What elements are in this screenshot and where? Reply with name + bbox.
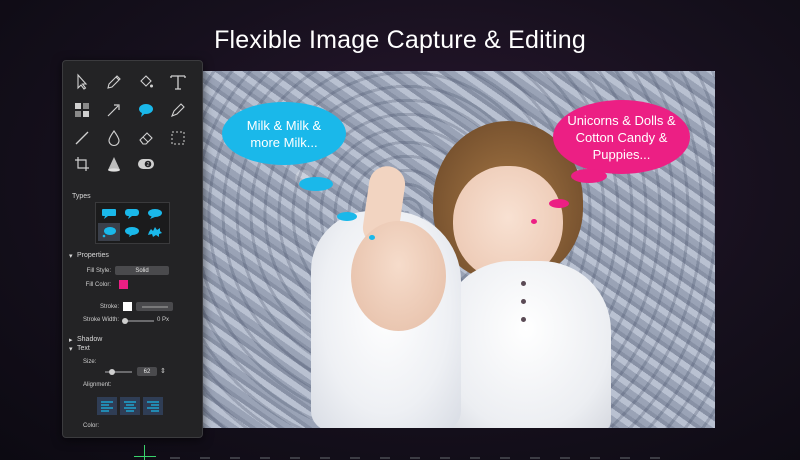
bubble-text-line: Cotton Candy & (575, 129, 668, 145)
crop-icon[interactable] (71, 153, 93, 175)
stroke-label: Stroke: (99, 304, 119, 310)
strip-segment (320, 457, 330, 459)
fill-style-label: Fill Style: (86, 268, 111, 274)
type-rounded-bubble[interactable] (121, 205, 143, 223)
stroke-width-value: 0 Px (157, 317, 170, 323)
fill-style-value: Solid (135, 267, 149, 274)
shadow-label: Shadow (77, 336, 103, 343)
strip-segment (200, 457, 210, 459)
spotlight-icon[interactable] (103, 153, 125, 175)
fill-color-swatch[interactable] (119, 280, 128, 289)
counter-icon[interactable]: 2 (135, 153, 157, 175)
alignment-label: Alignment: (83, 382, 112, 388)
bubble-types-grid (95, 202, 170, 244)
speech-bubble-blue[interactable]: Milk & Milk & more Milk... (222, 102, 346, 165)
bubble-text-line: Milk & Milk & (246, 117, 322, 133)
shirt-button (521, 281, 526, 286)
strip-segment (380, 457, 390, 459)
bubble-trail-dot (369, 235, 375, 240)
strip-segment (620, 457, 630, 459)
arrow-select-icon[interactable] (71, 71, 93, 93)
tool-panel: 2 Types ▾ Properties Fill Style: Solid F… (62, 60, 203, 438)
text-size-stepper[interactable]: ⇕ (160, 367, 166, 375)
align-center-button[interactable] (120, 397, 140, 415)
strip-segment (470, 457, 480, 459)
svg-text:2: 2 (147, 162, 150, 168)
stroke-width-slider[interactable] (124, 320, 154, 322)
stroke-style-dropdown[interactable] (136, 302, 173, 311)
strip-segment (260, 457, 270, 459)
type-rect-bubble[interactable] (98, 205, 120, 223)
text-size-value: 62 (143, 368, 151, 375)
eraser-icon[interactable] (135, 127, 157, 149)
align-left-button[interactable] (97, 397, 117, 415)
type-burst-bubble[interactable] (144, 223, 166, 241)
bubble-trail-dot (337, 212, 357, 221)
text-tool-icon[interactable] (167, 71, 189, 93)
arrow-icon[interactable] (103, 99, 125, 121)
baby-head (351, 221, 446, 331)
bubble-trail-dot (299, 177, 333, 191)
bubble-text-line: more Milk... (250, 134, 318, 150)
stroke-color-swatch[interactable] (123, 302, 132, 311)
text-size-slider-knob[interactable] (109, 369, 115, 375)
type-thought-bubble[interactable] (98, 223, 120, 241)
properties-disclosure-icon[interactable]: ▾ (69, 252, 73, 260)
green-marker (134, 456, 156, 457)
bubble-trail-dot (571, 169, 607, 183)
speech-bubble-pink[interactable]: Unicorns & Dolls & Cotton Candy & Puppie… (553, 100, 690, 174)
strip-segment (560, 457, 570, 459)
properties-label: Properties (77, 252, 109, 259)
strip-segment (410, 457, 420, 459)
shirt-button (521, 317, 526, 322)
text-size-field[interactable]: 62 (137, 367, 157, 376)
types-label: Types (72, 193, 91, 200)
text-disclosure-icon[interactable]: ▾ (69, 345, 73, 353)
text-label: Text (77, 345, 90, 352)
girl-shirt (441, 261, 611, 428)
strip-segment (170, 457, 180, 459)
strip-segment (290, 457, 300, 459)
green-marker (144, 445, 145, 460)
stroke-width-label: Stroke Width: (82, 317, 119, 323)
drop-icon[interactable] (103, 127, 125, 149)
size-label: Size: (83, 359, 97, 365)
type-oval-bubble[interactable] (121, 223, 143, 241)
shirt-button (521, 299, 526, 304)
bubble-trail-dot (549, 199, 569, 208)
type-wavy-bubble[interactable] (144, 205, 166, 223)
strip-segment (650, 457, 660, 459)
alignment-group (97, 397, 163, 415)
align-right-button[interactable] (143, 397, 163, 415)
pencil-icon[interactable] (103, 71, 125, 93)
strip-segment (590, 457, 600, 459)
bottom-strip (120, 445, 680, 460)
strip-segment (350, 457, 360, 459)
image-canvas[interactable]: Milk & Milk & more Milk... Unicorns & Do… (201, 71, 715, 428)
fill-color-label: Fill Color: (85, 282, 111, 288)
strip-segment (230, 457, 240, 459)
line-icon[interactable] (71, 127, 93, 149)
bubble-text-line: Unicorns & Dolls & (567, 112, 676, 128)
shadow-disclosure-icon[interactable]: ▸ (69, 336, 73, 344)
strip-segment (440, 457, 450, 459)
speech-bubble-icon[interactable] (135, 99, 157, 121)
fill-style-dropdown[interactable]: Solid (115, 266, 169, 275)
color-label: Color: (83, 423, 100, 429)
stroke-width-slider-knob[interactable] (122, 318, 128, 324)
fill-bucket-icon[interactable] (135, 71, 157, 93)
marquee-select-icon[interactable] (167, 127, 189, 149)
strip-segment (500, 457, 510, 459)
pen-icon[interactable] (167, 99, 189, 121)
headline-title: Flexible Image Capture & Editing (214, 26, 586, 54)
bubble-text-line: Puppies... (592, 146, 651, 162)
bubble-trail-dot (531, 219, 537, 224)
pixelate-icon[interactable] (71, 99, 93, 121)
strip-segment (530, 457, 540, 459)
